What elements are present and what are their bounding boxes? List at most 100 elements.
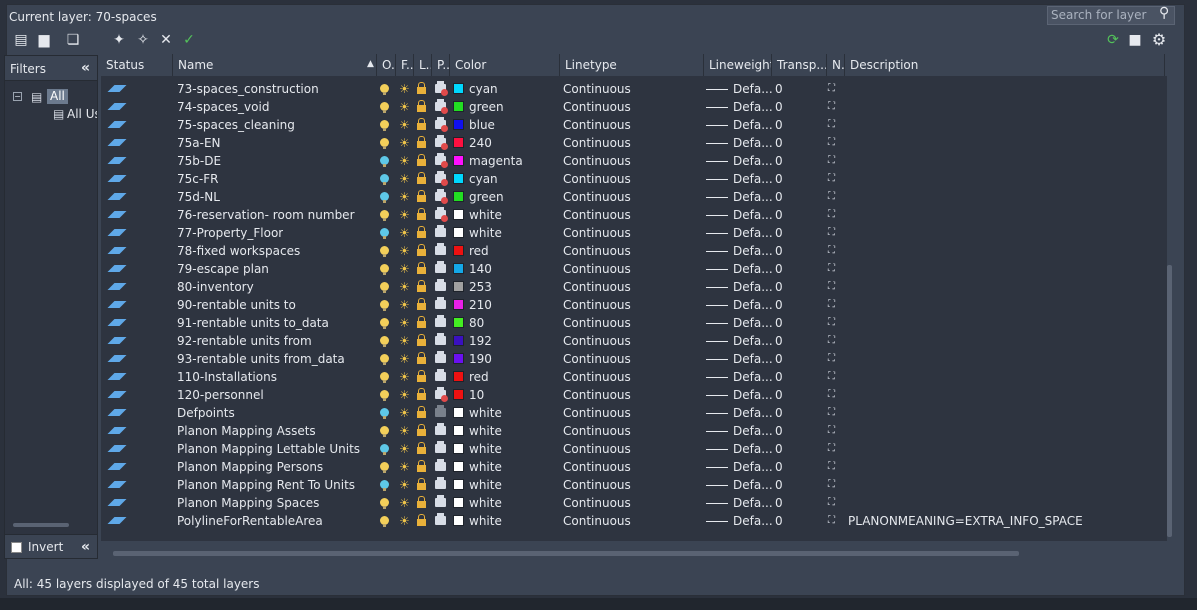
layer-thaw-icon[interactable]: ☀ [399, 478, 410, 492]
new-vp-freeze-icon[interactable]: ⛶ [828, 515, 840, 527]
layer-linetype[interactable]: Continuous [563, 368, 631, 386]
layer-linetype[interactable]: Continuous [563, 404, 631, 422]
layer-thaw-icon[interactable]: ☀ [399, 388, 410, 402]
layer-color-name[interactable]: magenta [469, 152, 523, 170]
new-vp-freeze-icon[interactable]: ⛶ [828, 155, 840, 167]
layer-status-icon[interactable] [107, 157, 127, 164]
layer-color-swatch[interactable] [453, 317, 464, 328]
layer-lineweight[interactable]: Defa... [733, 440, 773, 458]
layer-thaw-icon[interactable]: ☀ [399, 100, 410, 114]
layer-row[interactable]: Planon Mapping Lettable Units ☀ white Conti… [101, 440, 1151, 458]
new-vp-freeze-icon[interactable]: ⛶ [828, 425, 840, 437]
layer-lineweight[interactable]: Defa... [733, 242, 773, 260]
layer-unlock-icon[interactable] [417, 172, 426, 184]
layer-row[interactable]: 75d-NL ☀ green Continuous Defa... 0 ⛶ [101, 188, 1151, 206]
layer-name[interactable]: 91-rentable units to_data [177, 314, 329, 332]
layer-unlock-icon[interactable] [417, 478, 426, 490]
layer-transparency[interactable]: 0 [775, 494, 783, 512]
layer-color-name[interactable]: 80 [469, 314, 484, 332]
layer-row[interactable]: 73-spaces_construction ☀ cyan Continuous Def… [101, 80, 1151, 98]
layer-status-icon[interactable] [107, 121, 127, 128]
collapse-filters-icon[interactable]: « [81, 60, 90, 76]
layer-name[interactable]: 75b-DE [177, 152, 221, 170]
layer-plot-icon[interactable] [435, 459, 446, 471]
layer-plot-icon[interactable] [435, 333, 446, 345]
grid-horizontal-scrollbar[interactable] [113, 551, 1019, 556]
layer-color-swatch[interactable] [453, 83, 464, 94]
layer-thaw-icon[interactable]: ☀ [399, 316, 410, 330]
layer-on-icon[interactable] [380, 84, 389, 95]
layer-transparency[interactable]: 0 [775, 152, 783, 170]
layer-plot-icon[interactable] [435, 441, 446, 453]
layer-status-icon[interactable] [107, 247, 127, 254]
layer-status-icon[interactable] [107, 265, 127, 272]
new-vp-freeze-icon[interactable]: ⛶ [828, 101, 840, 113]
layer-on-icon[interactable] [380, 498, 389, 509]
layer-lineweight[interactable]: Defa... [733, 206, 773, 224]
new-property-filter-icon[interactable]: ▤ [12, 31, 30, 49]
layer-thaw-icon[interactable]: ☀ [399, 136, 410, 150]
layer-transparency[interactable]: 0 [775, 116, 783, 134]
layer-thaw-icon[interactable]: ☀ [399, 118, 410, 132]
layer-linetype[interactable]: Continuous [563, 134, 631, 152]
col-lock[interactable]: L.. [414, 54, 432, 76]
col-description[interactable]: Description [845, 54, 1165, 76]
layer-color-swatch[interactable] [453, 227, 464, 238]
layer-linetype[interactable]: Continuous [563, 170, 631, 188]
layer-name[interactable]: 73-spaces_construction [177, 80, 319, 98]
layer-unlock-icon[interactable] [417, 82, 426, 94]
layer-row[interactable]: Planon Mapping Rent To Units ☀ white Contin… [101, 476, 1151, 494]
layer-on-icon[interactable] [380, 120, 389, 131]
layer-color-swatch[interactable] [453, 497, 464, 508]
layer-thaw-icon[interactable]: ☀ [399, 154, 410, 168]
layer-lineweight[interactable]: Defa... [733, 332, 773, 350]
layer-thaw-icon[interactable]: ☀ [399, 370, 410, 384]
new-vp-freeze-icon[interactable]: ⛶ [828, 281, 840, 293]
layer-color-name[interactable]: 140 [469, 260, 492, 278]
layer-color-swatch[interactable] [453, 101, 464, 112]
layer-on-icon[interactable] [380, 228, 389, 239]
layer-transparency[interactable]: 0 [775, 458, 783, 476]
layer-status-icon[interactable] [107, 229, 127, 236]
layer-name[interactable]: 110-Installations [177, 368, 277, 386]
layer-linetype[interactable]: Continuous [563, 116, 631, 134]
layer-row[interactable]: 77-Property_Floor ☀ white Continuous Defa...… [101, 224, 1151, 242]
layer-row[interactable]: 92-rentable units from ☀ 192 Continuous Defa… [101, 332, 1151, 350]
layer-color-name[interactable]: white [469, 458, 502, 476]
layer-color-swatch[interactable] [453, 407, 464, 418]
layer-lineweight[interactable]: Defa... [733, 476, 773, 494]
new-vp-freeze-icon[interactable]: ⛶ [828, 407, 840, 419]
layer-name[interactable]: 76-reservation- room number [177, 206, 355, 224]
layer-color-name[interactable]: white [469, 512, 502, 530]
layer-thaw-icon[interactable]: ☀ [399, 352, 410, 366]
layer-linetype[interactable]: Continuous [563, 332, 631, 350]
new-vp-freeze-icon[interactable]: ⛶ [828, 299, 840, 311]
layer-name[interactable]: 78-fixed workspaces [177, 242, 300, 260]
layer-linetype[interactable]: Continuous [563, 260, 631, 278]
layer-name[interactable]: 92-rentable units from [177, 332, 312, 350]
layer-on-icon[interactable] [380, 372, 389, 383]
layer-unlock-icon[interactable] [417, 442, 426, 454]
layer-unlock-icon[interactable] [417, 118, 426, 130]
layer-on-icon[interactable] [380, 318, 389, 329]
layer-name[interactable]: 77-Property_Floor [177, 224, 283, 242]
layer-status-icon[interactable] [107, 211, 127, 218]
layer-color-name[interactable]: white [469, 476, 502, 494]
layer-plot-icon[interactable] [435, 243, 446, 255]
stop-icon[interactable]: ■ [1126, 31, 1144, 49]
layer-color-name[interactable]: white [469, 206, 502, 224]
layer-row[interactable]: Planon Mapping Assets ☀ white Continuous Def… [101, 422, 1151, 440]
col-status[interactable]: Status [101, 54, 173, 76]
layer-linetype[interactable]: Continuous [563, 458, 631, 476]
layer-linetype[interactable]: Continuous [563, 80, 631, 98]
layer-row[interactable]: 75c-FR ☀ cyan Continuous Defa... 0 ⛶ [101, 170, 1151, 188]
collapse-filter-tree-icon[interactable]: « [81, 539, 90, 555]
layer-thaw-icon[interactable]: ☀ [399, 172, 410, 186]
layer-lineweight[interactable]: Defa... [733, 80, 773, 98]
layer-color-name[interactable]: 192 [469, 332, 492, 350]
layer-transparency[interactable]: 0 [775, 404, 783, 422]
layer-linetype[interactable]: Continuous [563, 224, 631, 242]
new-vp-freeze-icon[interactable]: ⛶ [828, 389, 840, 401]
layer-color-swatch[interactable] [453, 479, 464, 490]
layer-plot-icon[interactable] [435, 297, 446, 309]
